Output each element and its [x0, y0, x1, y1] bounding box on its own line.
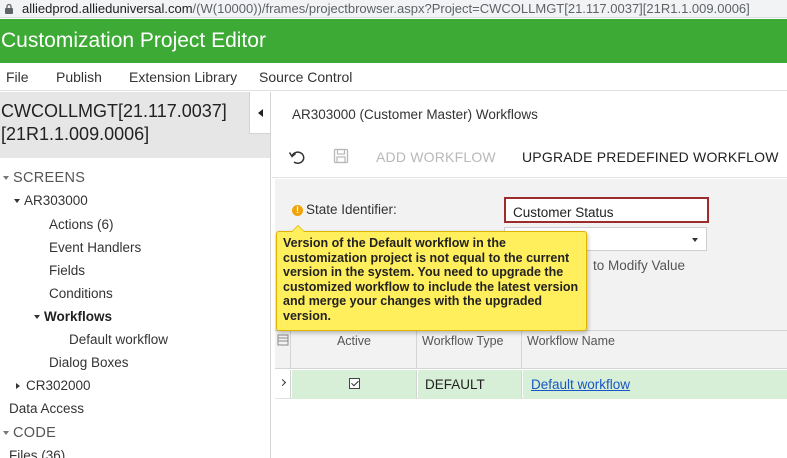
browser-url-bar[interactable]: alliedprod.allieduniversal.com/(W(10000)… — [0, 0, 787, 18]
collapse-panel-button[interactable] — [249, 92, 270, 134]
tooltip-text: Version of the Default workflow in the c… — [283, 236, 579, 323]
project-name: CWCOLLMGT[21.117.0037] [21R1.1.009.0006] — [1, 101, 227, 144]
screen-header: AR303000 (Customer Master) Workflows — [272, 92, 787, 136]
project-header: CWCOLLMGT[21.117.0037] [21R1.1.009.0006] — [0, 92, 270, 158]
chevron-down-icon — [3, 175, 9, 180]
tree-item-actions[interactable]: Actions (6) — [49, 217, 114, 239]
app-header: Customization Project Editor — [0, 19, 787, 63]
grid-row-selector-header[interactable] — [275, 331, 291, 369]
default-workflow-link[interactable]: Default workflow — [531, 377, 630, 392]
warning-icon[interactable]: ! — [292, 205, 303, 216]
column-header-workflow-name[interactable]: Workflow Name — [523, 331, 787, 369]
page-title: AR303000 (Customer Master) Workflows — [292, 107, 538, 122]
upgrade-predefined-workflow-button[interactable]: UPGRADE PREDEFINED WORKFLOW — [522, 149, 779, 165]
grid-header: Active Workflow Type Workflow Name — [275, 331, 787, 369]
undo-icon[interactable] — [288, 148, 306, 166]
state-identifier-input[interactable] — [504, 197, 709, 223]
tree-item-event-handlers[interactable]: Event Handlers — [49, 240, 141, 262]
tree-item-data-access[interactable]: Data Access — [9, 401, 84, 423]
save-icon[interactable] — [333, 148, 349, 164]
cell-workflow-type: DEFAULT — [418, 370, 522, 399]
tree-section-screens[interactable]: SCREENS — [3, 170, 85, 192]
chevron-right-icon — [278, 378, 287, 387]
tree-item-workflows[interactable]: Workflows — [34, 309, 112, 331]
grid-settings-icon — [277, 334, 289, 346]
modify-value-label: to Modify Value — [593, 258, 686, 273]
column-header-active[interactable]: Active — [292, 331, 417, 369]
workflow-version-warning-tooltip: Version of the Default workflow in the c… — [276, 225, 587, 331]
workflows-grid: Active Workflow Type Workflow Name DEFAU… — [275, 330, 787, 458]
chevron-down-icon — [3, 430, 9, 435]
tree-item-ar303000[interactable]: AR303000 — [14, 193, 88, 215]
tree-item-dialog-boxes[interactable]: Dialog Boxes — [49, 355, 129, 377]
tooltip-pointer-fill — [292, 226, 304, 232]
table-row[interactable]: DEFAULT Default workflow — [275, 370, 787, 399]
chevron-down-icon — [692, 238, 698, 242]
lock-icon — [5, 3, 13, 14]
tree-item-cr302000[interactable]: CR302000 — [15, 378, 91, 400]
tree-item-fields[interactable]: Fields — [49, 263, 85, 285]
menu-bar: File Publish Extension Library Source Co… — [0, 63, 787, 91]
tree-item-files[interactable]: Files (36) — [9, 448, 65, 458]
tree-section-code[interactable]: CODE — [3, 425, 56, 447]
menu-source-control[interactable]: Source Control — [259, 69, 352, 85]
url-text: alliedprod.allieduniversal.com/(W(10000)… — [22, 1, 750, 16]
menu-extension-library[interactable]: Extension Library — [129, 69, 237, 85]
app-title: Customization Project Editor — [1, 29, 266, 52]
menu-publish[interactable]: Publish — [56, 69, 102, 85]
tree-item-default-workflow[interactable]: Default workflow — [69, 332, 168, 354]
row-selector[interactable] — [275, 370, 291, 399]
cell-workflow-name: Default workflow — [523, 370, 787, 399]
state-identifier-label: State Identifier: — [306, 202, 397, 217]
chevron-down-icon — [34, 314, 40, 319]
menu-file[interactable]: File — [6, 69, 29, 85]
column-header-workflow-type[interactable]: Workflow Type — [418, 331, 522, 369]
chevron-right-icon — [16, 382, 20, 389]
cell-active[interactable] — [292, 370, 417, 399]
add-workflow-button[interactable]: ADD WORKFLOW — [376, 149, 496, 165]
project-navigation-panel: CWCOLLMGT[21.117.0037] [21R1.1.009.0006]… — [0, 92, 271, 458]
tree-item-conditions[interactable]: Conditions — [49, 286, 113, 308]
active-checkbox[interactable] — [349, 378, 360, 389]
workflow-toolbar: ADD WORKFLOW UPGRADE PREDEFINED WORKFLOW — [272, 136, 787, 178]
chevron-left-icon — [258, 109, 263, 117]
chevron-down-icon — [14, 198, 20, 203]
